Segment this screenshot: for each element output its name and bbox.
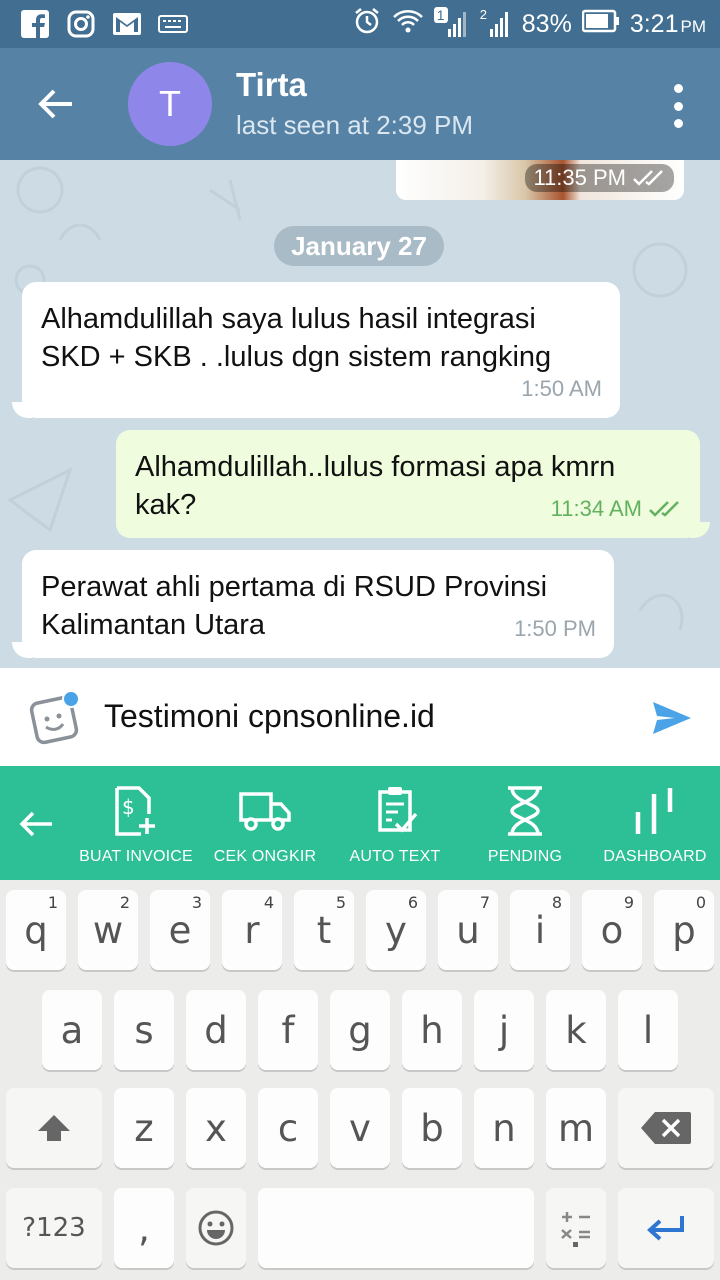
gmail-icon [112,9,142,39]
facebook-icon [20,9,50,39]
key-t[interactable]: t5 [294,890,354,970]
operators-key[interactable] [546,1188,606,1268]
truck-icon [239,792,291,831]
key-r[interactable]: r4 [222,890,282,970]
soft-keyboard: q1 w2 e3 r4 t5 y6 u7 i8 o9 p0 a s d f g … [0,880,720,1280]
message-input-bar: Testimoni cpnsonline.id [0,668,720,766]
message-time: 1:50 PM [514,616,596,641]
wifi-icon [392,7,424,42]
back-arrow-icon[interactable] [34,82,78,126]
key-h[interactable]: h [402,990,462,1070]
enter-key[interactable] [618,1188,714,1268]
auto-text-button[interactable]: AUTO TEXT [330,784,460,866]
signal-sim1-icon: 1 [433,7,468,39]
key-f[interactable]: f [258,990,318,1070]
message-text: Perawat ahli pertama di RSUD Provinsi Ka… [41,571,548,641]
key-v[interactable]: v [330,1088,390,1168]
signal-sim2-icon: 2 [478,7,512,39]
shift-key[interactable] [6,1088,102,1168]
emoji-key[interactable] [186,1188,246,1268]
svg-text:$: $ [122,795,135,819]
previous-photo-message[interactable]: 11:35 PM [396,160,684,200]
toolbar-back-icon[interactable] [16,804,56,844]
key-c[interactable]: c [258,1088,318,1168]
cek-ongkir-button[interactable]: CEK ONGKIR [200,784,330,866]
dashboard-button[interactable]: DASHBOARD [590,784,720,866]
key-d[interactable]: d [186,990,246,1070]
double-check-icon [633,170,663,186]
invoice-icon: $ [115,786,155,836]
key-e[interactable]: e3 [150,890,210,970]
last-seen-status: last seen at 2:39 PM [236,110,474,140]
emoji-icon [198,1210,234,1246]
key-comma[interactable]: , [114,1188,174,1268]
enter-icon [647,1216,684,1241]
instagram-icon [66,9,96,39]
key-g[interactable]: g [330,990,390,1070]
photo-timestamp: 11:35 PM [525,164,674,192]
backspace-key[interactable] [618,1088,714,1168]
key-x[interactable]: x [186,1088,246,1168]
pending-button[interactable]: PENDING [460,784,590,866]
key-w[interactable]: w2 [78,890,138,970]
message-text: Alhamdulillah saya lulus hasil integrasi… [41,303,552,373]
key-s[interactable]: s [114,990,174,1070]
keyboard-icon [158,9,188,39]
chat-header: T Tirta last seen at 2:39 PM [0,48,720,160]
key-z[interactable]: z [114,1088,174,1168]
key-y[interactable]: y6 [366,890,426,970]
date-separator: January 27 [274,226,444,266]
key-b[interactable]: b [402,1088,462,1168]
spacebar-key[interactable] [258,1188,534,1268]
key-u[interactable]: u7 [438,890,498,970]
message-time: 11:34 AM [551,490,682,528]
message-bubble-incoming[interactable]: Perawat ahli pertama di RSUD Provinsi Ka… [22,550,614,658]
avatar[interactable]: T [128,62,212,146]
message-bubble-incoming[interactable]: Alhamdulillah saya lulus hasil integrasi… [22,282,620,418]
buat-invoice-button[interactable]: $ BUAT INVOICE [71,784,201,866]
more-options-icon[interactable] [672,84,684,128]
battery-percent: 83% [521,9,572,38]
key-m[interactable]: m [546,1088,606,1168]
key-k[interactable]: k [546,990,606,1070]
double-check-icon [649,501,679,517]
battery-icon [581,9,620,40]
backspace-icon [641,1112,691,1144]
message-bubble-outgoing[interactable]: Alhamdulillah..lulus formasi apa kmrn ka… [116,430,700,538]
clock: 3:21 PM [629,9,706,38]
key-i[interactable]: i8 [510,890,570,970]
message-time: 1:50 AM [521,376,602,401]
send-icon[interactable] [650,696,694,740]
contact-name[interactable]: Tirta [236,66,307,104]
key-q[interactable]: q1 [6,890,66,970]
key-l[interactable]: l [618,990,678,1070]
clipboard-check-icon [378,787,418,833]
key-n[interactable]: n [474,1088,534,1168]
message-input[interactable]: Testimoni cpnsonline.id [104,698,435,735]
bars-icon [635,788,673,834]
key-a[interactable]: a [42,990,102,1070]
notification-dot [62,690,80,708]
shortcut-toolbar: $ BUAT INVOICE CEK ONGKIR AUTO TEXT PEND… [0,766,720,880]
key-o[interactable]: o9 [582,890,642,970]
alarm-icon [352,6,382,43]
shift-icon [38,1115,70,1141]
status-bar: 1 2 83% 3:21 PM [0,0,720,48]
hourglass-icon [508,786,542,836]
math-operators-icon [561,1212,590,1247]
symbols-key[interactable]: ?123 [6,1188,102,1268]
key-p[interactable]: p0 [654,890,714,970]
key-j[interactable]: j [474,990,534,1070]
chat-area[interactable]: 11:35 PM January 27 Alhamdulillah saya l… [0,160,720,668]
